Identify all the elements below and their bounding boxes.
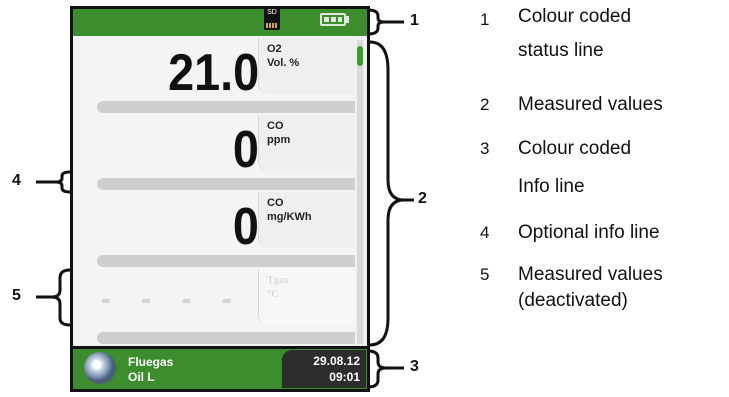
callout-number-1: 1	[410, 12, 419, 29]
callout-line-2	[369, 40, 405, 347]
callout-number-3: 3	[410, 358, 419, 375]
legend-number: 2	[480, 95, 490, 114]
legend-text-line2: (deactivated)	[518, 290, 628, 311]
legend-item: 2 Measured values	[480, 88, 729, 124]
callout-line-1	[367, 8, 385, 36]
legend-number: 1	[480, 10, 490, 29]
callout-line-5	[51, 268, 71, 327]
legend-item: 4 Optional info line	[480, 216, 729, 252]
legend-number: 3	[480, 139, 490, 158]
legend-text-line1: Colour coded	[518, 6, 632, 27]
legend-text-line1: Optional info line	[518, 222, 660, 243]
legend-item: 5 Measured values (deactivated)	[480, 258, 729, 318]
callout-line-3	[367, 349, 387, 389]
legend-number: 5	[480, 265, 490, 284]
callout-number-5: 5	[12, 287, 21, 304]
legend-text-line2: Info line	[518, 176, 585, 197]
legend-item: 1 Colour coded status line	[480, 0, 729, 72]
callout-number-2: 2	[418, 190, 427, 207]
legend-text-line1: Measured values	[518, 94, 663, 115]
callout-number-4: 4	[12, 172, 21, 189]
legend-text-line2: status line	[518, 40, 604, 61]
legend-item: 3 Colour coded Info line	[480, 132, 729, 204]
callout-line-4	[55, 170, 71, 194]
legend-text-line1: Colour coded	[518, 138, 632, 159]
legend-number: 4	[480, 223, 490, 242]
